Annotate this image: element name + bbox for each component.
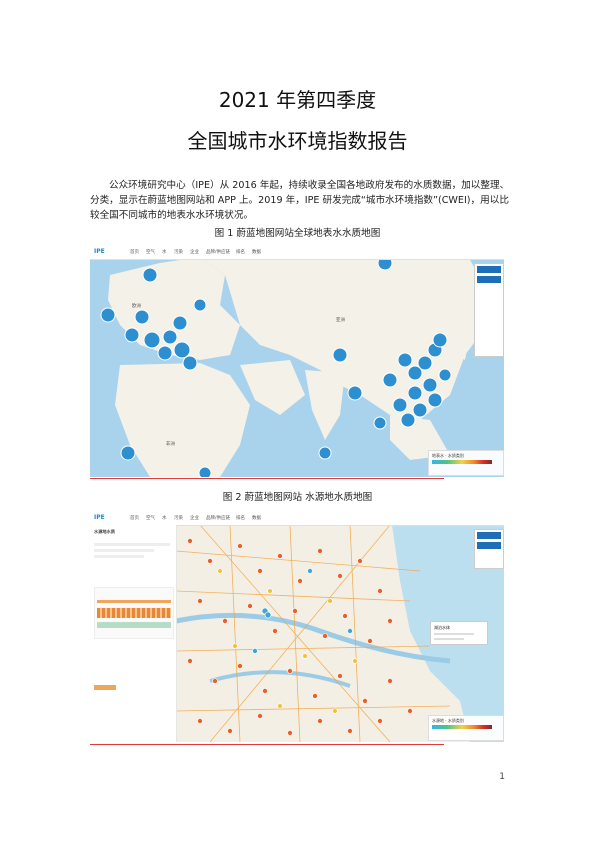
layer-button-secondary[interactable] <box>477 276 501 283</box>
figure-2-water-source-map: IPE 首页 空气 水 污染 企业 品牌/供应链 排名 数据 水源地水质 湖泊水… <box>90 511 504 742</box>
sidebar-info-line <box>94 543 170 546</box>
sidebar-info-line <box>94 555 144 558</box>
figure-1-global-water-map: IPE 首页 空气 水 污染 企业 品牌/供应链 排名 数据 亚洲 欧洲 非洲 … <box>90 245 504 477</box>
sidebar-info-line <box>94 549 154 552</box>
map-label-africa: 非洲 <box>166 442 175 447</box>
layer-button-secondary[interactable] <box>477 542 501 549</box>
world-map-graphic <box>90 245 504 477</box>
figure-2-underline <box>90 744 444 745</box>
report-title-line1: 2021 年第四季度 <box>218 88 377 112</box>
nav-item-enterprise[interactable]: 企业 <box>190 249 199 255</box>
figure-1-caption: 图 1 蔚蓝地图网站全球地表水水质地图 <box>214 228 381 239</box>
sidebar-history-chart <box>94 587 174 639</box>
page-number: 1 <box>499 772 505 782</box>
legend-color-scale <box>432 725 492 729</box>
nav-item-brand[interactable]: 品牌/供应链 <box>206 515 230 521</box>
nav-item-ranking[interactable]: 排名 <box>236 249 245 255</box>
nav-item-water[interactable]: 水 <box>162 515 167 521</box>
nav-item-data[interactable]: 数据 <box>252 515 261 521</box>
nav-item-pollution[interactable]: 污染 <box>174 249 183 255</box>
map2-layer-panel[interactable] <box>474 529 504 569</box>
figure-2-caption: 图 2 蔚蓝地图网站 水源地水质地图 <box>222 492 373 503</box>
sidebar-status-tag <box>94 685 116 690</box>
layer-button-active[interactable] <box>477 266 501 273</box>
report-title-line2: 全国城市水环境指数报告 <box>187 129 408 153</box>
map1-nav-bar: IPE 首页 空气 水 污染 企业 品牌/供应链 排名 数据 <box>90 245 504 260</box>
layer-button-active[interactable] <box>477 532 501 539</box>
popup-title: 湖泊水体 <box>434 625 450 630</box>
nav-item-air[interactable]: 空气 <box>146 249 155 255</box>
nav-item-data[interactable]: 数据 <box>252 249 261 255</box>
map1-legend: 地表水 · 水质类别 <box>428 450 504 476</box>
nav-item-pollution[interactable]: 污染 <box>174 515 183 521</box>
map-label-europe: 欧洲 <box>132 304 141 309</box>
nav-item-home[interactable]: 首页 <box>130 515 139 521</box>
map2-legend: 水源地 · 水质类别 <box>428 715 504 741</box>
map2-popup: 湖泊水体 <box>430 621 488 645</box>
ipe-logo: IPE <box>94 514 105 521</box>
nav-item-brand[interactable]: 品牌/供应链 <box>206 249 230 255</box>
map2-detail-sidebar: 水源地水质 <box>90 525 177 742</box>
ipe-logo: IPE <box>94 248 105 255</box>
figure-1-underline <box>90 478 444 479</box>
nav-item-air[interactable]: 空气 <box>146 515 155 521</box>
map2-nav-bar: IPE 首页 空气 水 污染 企业 品牌/供应链 排名 数据 <box>90 511 504 526</box>
map-label-asia: 亚洲 <box>336 318 345 323</box>
legend-color-scale <box>432 460 492 464</box>
intro-paragraph: 公众环境研究中心（IPE）从 2016 年起，持续收录全国各地政府发布的水质数据… <box>90 180 510 221</box>
nav-item-water[interactable]: 水 <box>162 249 167 255</box>
nav-item-enterprise[interactable]: 企业 <box>190 515 199 521</box>
nav-item-ranking[interactable]: 排名 <box>236 515 245 521</box>
map1-layer-panel[interactable] <box>474 263 504 357</box>
sidebar-title: 水源地水质 <box>94 529 115 534</box>
legend-title: 地表水 · 水质类别 <box>432 453 464 458</box>
nav-item-home[interactable]: 首页 <box>130 249 139 255</box>
legend-title: 水源地 · 水质类别 <box>432 718 464 723</box>
